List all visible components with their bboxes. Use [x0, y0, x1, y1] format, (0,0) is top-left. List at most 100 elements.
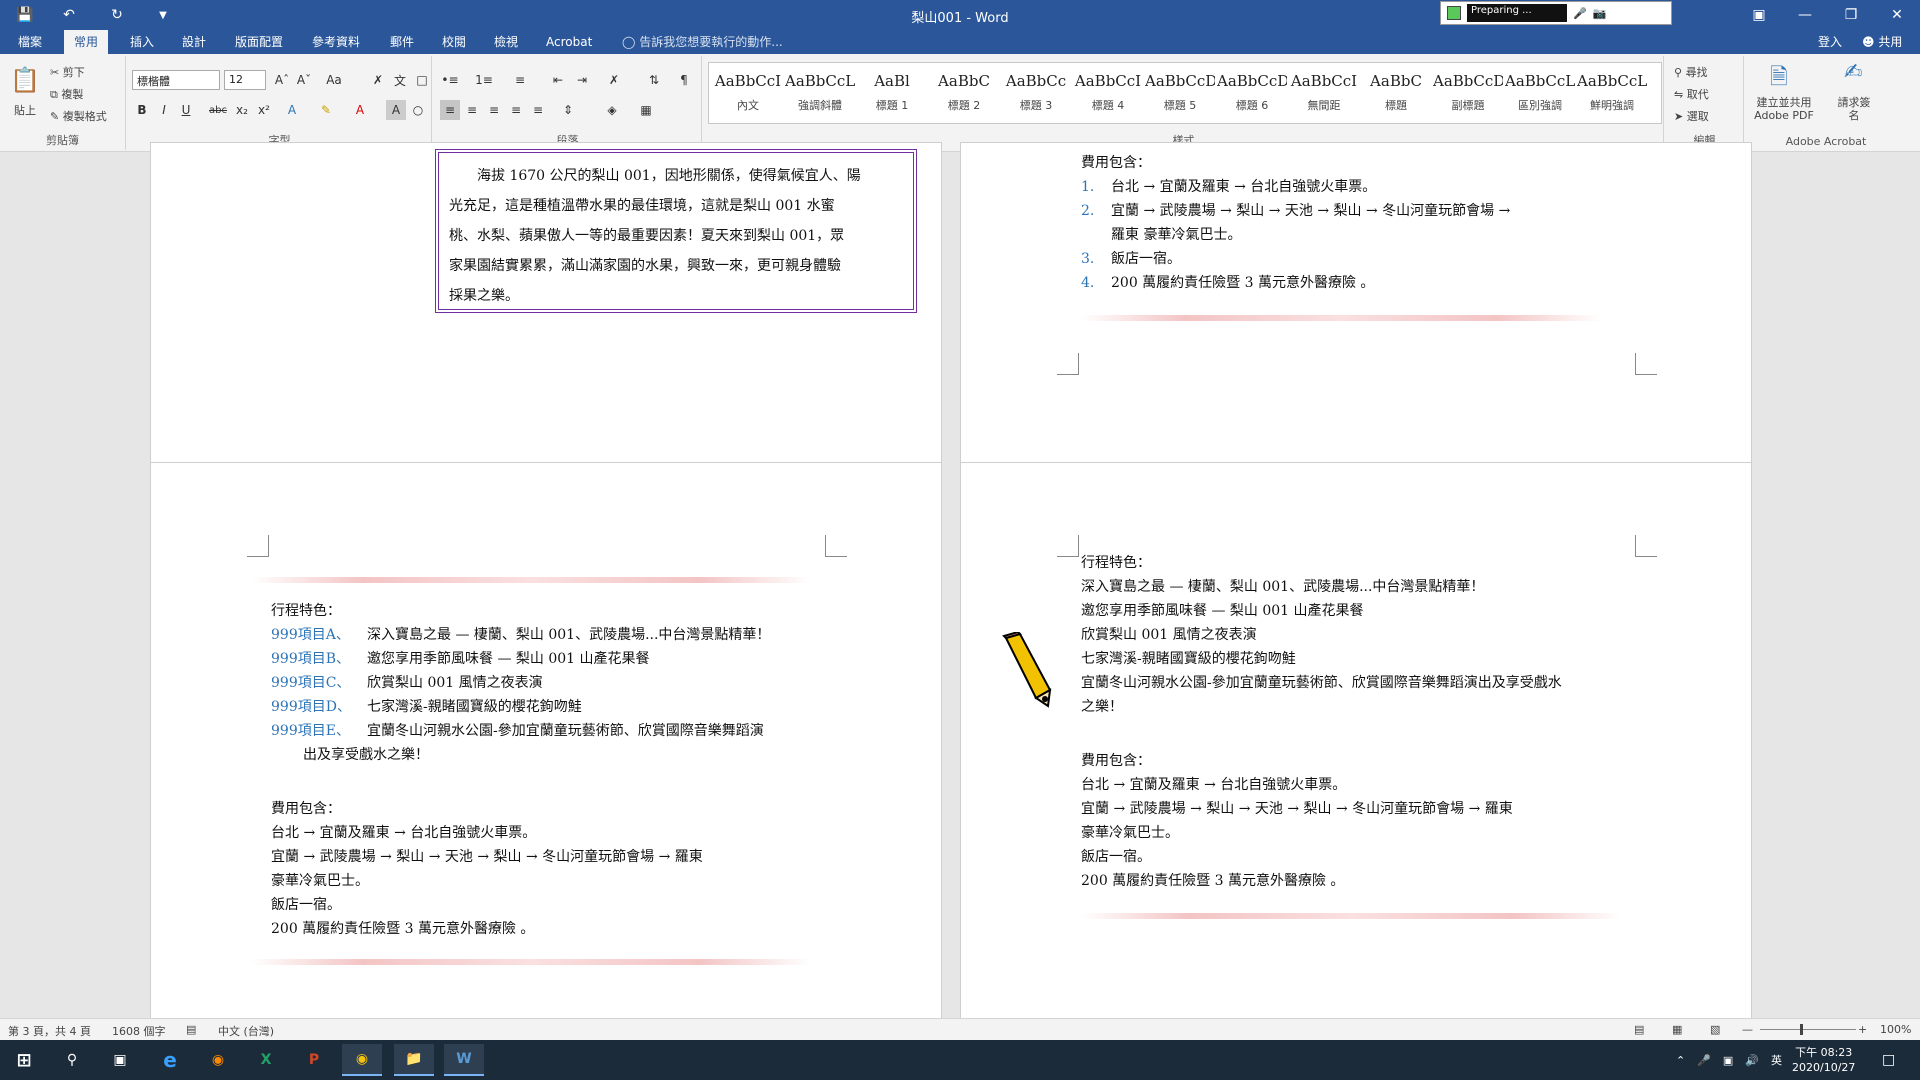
share-button[interactable]: ☻ 共用 — [1852, 30, 1912, 54]
replace-button[interactable]: ⇋ 取代 — [1674, 86, 1709, 102]
increase-indent-icon[interactable]: ⇥ — [572, 70, 592, 90]
close-button[interactable]: ✕ — [1874, 0, 1920, 30]
page-4[interactable]: 行程特色： 深入寶島之最 — 棲蘭、梨山 001、武陵農場...中台灣景點精華！… — [960, 462, 1752, 1042]
tab-file[interactable]: 檔案 — [8, 30, 52, 54]
word-icon[interactable]: W — [444, 1044, 484, 1076]
italic-icon[interactable]: I — [154, 100, 174, 120]
intro-box[interactable]: 海拔 1670 公尺的梨山 001，因地形關係，使得氣候宜人、陽 光充足，這是種… — [435, 149, 917, 313]
asian-layout-icon[interactable]: ✗ — [604, 70, 624, 90]
style-item[interactable]: AaBl 標題 1 — [857, 63, 927, 123]
tab-home[interactable]: 常用 — [64, 30, 109, 54]
minimize-button[interactable]: — — [1782, 0, 1828, 30]
justify-icon[interactable]: ≡ — [506, 100, 526, 120]
tab-layout[interactable]: 版面配置 — [225, 30, 293, 54]
edge-icon[interactable]: e — [150, 1044, 190, 1076]
shrink-font-icon[interactable]: Aˇ — [294, 70, 314, 90]
clock[interactable]: 下午 08:23 2020/10/27 — [1792, 1040, 1855, 1080]
grow-font-icon[interactable]: Aˆ — [272, 70, 292, 90]
volume-icon[interactable]: 🔊 — [1745, 1054, 1759, 1067]
tell-me-search[interactable]: ◯ 告訴我您想要執行的動作... — [612, 30, 793, 54]
zoom-slider[interactable] — [1760, 1029, 1856, 1030]
print-layout-icon[interactable]: ▦ — [1672, 1023, 1682, 1036]
ime-indicator[interactable]: 英 — [1771, 1052, 1782, 1068]
page-count[interactable]: 第 3 頁，共 4 頁 — [8, 1023, 91, 1039]
numbering-icon[interactable]: 1≡ — [474, 70, 494, 90]
signature-icon[interactable]: ✍ — [1844, 60, 1862, 85]
page-3[interactable]: 行程特色： 999項目A、 深入寶島之最 — 棲蘭、梨山 001、武陵農場...中… — [150, 462, 942, 1042]
style-item[interactable]: AaBbC 標題 — [1361, 63, 1431, 123]
web-layout-icon[interactable]: ▧ — [1710, 1023, 1720, 1036]
start-windows-icon[interactable]: ⊞ — [4, 1044, 44, 1076]
customize-qat-icon[interactable]: ▼ — [146, 0, 180, 30]
format-painter-button[interactable]: ✎ 複製格式 — [50, 108, 107, 124]
strikethrough-icon[interactable]: abc — [208, 100, 228, 120]
tab-view[interactable]: 檢視 — [484, 30, 528, 54]
style-item[interactable]: AaBbC 標題 2 — [929, 63, 999, 123]
style-item[interactable]: AaBbCcL 強調斜體 — [785, 63, 855, 123]
char-shading-icon[interactable]: A — [386, 100, 406, 120]
chrome-icon[interactable]: ◉ — [342, 1044, 382, 1076]
style-item[interactable]: AaBbCc 標題 3 — [1001, 63, 1071, 123]
highlight-icon[interactable]: ✎ — [316, 100, 336, 120]
signin-link[interactable]: 登入 — [1808, 30, 1852, 54]
copy-button[interactable]: ⧉ 複製 — [50, 86, 83, 102]
bold-icon[interactable]: B — [132, 100, 152, 120]
tab-acrobat[interactable]: Acrobat — [536, 30, 602, 54]
pdf-create-icon[interactable]: 🗎 — [1770, 60, 1788, 98]
style-item[interactable]: AaBbCcDdEe 標題 6 — [1217, 63, 1287, 123]
clear-formatting-icon[interactable]: ✗ — [368, 70, 388, 90]
distribute-icon[interactable]: ≡ — [528, 100, 548, 120]
tab-mailings[interactable]: 郵件 — [380, 30, 424, 54]
action-center-icon[interactable]: □ — [1882, 1040, 1895, 1080]
zoom-thumb[interactable] — [1800, 1024, 1803, 1035]
style-item[interactable]: AaBbCcL 區別強調 — [1505, 63, 1575, 123]
line-spacing-icon[interactable]: ⇕ — [558, 100, 578, 120]
tab-design[interactable]: 設計 — [172, 30, 216, 54]
restore-button[interactable]: ❐ — [1828, 0, 1874, 30]
file-explorer-icon[interactable]: 📁 — [394, 1044, 434, 1076]
excel-icon[interactable]: X — [246, 1044, 286, 1076]
style-item[interactable]: AaBbCcI 內文 — [713, 63, 783, 123]
font-color-icon[interactable]: A — [350, 100, 370, 120]
tab-references[interactable]: 參考資料 — [302, 30, 370, 54]
zoom-level[interactable]: 100% — [1880, 1023, 1911, 1036]
zoom-in-icon[interactable]: + — [1858, 1023, 1867, 1036]
align-right-icon[interactable]: ≡ — [484, 100, 504, 120]
word-count[interactable]: 1608 個字 — [112, 1023, 166, 1039]
firefox-icon[interactable]: ◉ — [198, 1044, 238, 1076]
align-left-icon[interactable]: ≡ — [440, 100, 460, 120]
cut-button[interactable]: ✂ 剪下 — [50, 64, 85, 80]
tab-review[interactable]: 校閱 — [432, 30, 476, 54]
style-item[interactable]: AaBbCcI 標題 4 — [1073, 63, 1143, 123]
shading-icon[interactable]: ◈ — [602, 100, 622, 120]
create-pdf-button[interactable]: 建立並共用 Adobe PDF — [1750, 96, 1818, 122]
zoom-out-icon[interactable]: — — [1742, 1023, 1753, 1036]
underline-icon[interactable]: U — [176, 100, 196, 120]
text-effects-icon[interactable]: A — [282, 100, 302, 120]
borders-icon[interactable]: ▦ — [636, 100, 656, 120]
style-item[interactable]: AaBbCcL 鮮明強調 — [1577, 63, 1647, 123]
decrease-indent-icon[interactable]: ⇤ — [548, 70, 568, 90]
superscript-icon[interactable]: x² — [254, 100, 274, 120]
font-size-combo[interactable]: 12 — [224, 70, 266, 90]
search-icon[interactable]: ⚲ — [52, 1044, 92, 1076]
tab-insert[interactable]: 插入 — [120, 30, 164, 54]
microphone-icon[interactable]: 🎤 — [1697, 1054, 1711, 1067]
powerpoint-icon[interactable]: P — [294, 1044, 334, 1076]
save-icon[interactable]: 💾 — [8, 0, 42, 30]
paste-icon[interactable]: 📋 — [10, 66, 40, 94]
phonetic-guide-icon[interactable]: 文 — [390, 70, 410, 90]
request-signature-button[interactable]: 請求簽名 — [1834, 96, 1874, 122]
char-border-icon[interactable]: □ — [412, 70, 432, 90]
style-item[interactable]: AaBbCcDdI 標題 5 — [1145, 63, 1215, 123]
multilevel-list-icon[interactable]: ≡ — [510, 70, 530, 90]
style-item[interactable]: AaBbCcI 無間距 — [1289, 63, 1359, 123]
style-item[interactable]: AaBbCcD 副標題 — [1433, 63, 1503, 123]
undo-icon[interactable]: ↶ — [52, 0, 86, 30]
font-name-combo[interactable]: 標楷體 — [132, 70, 220, 90]
change-case-icon[interactable]: Aa — [324, 70, 344, 90]
proofing-icon[interactable]: ▤ — [186, 1023, 196, 1036]
subscript-icon[interactable]: x₂ — [232, 100, 252, 120]
sort-icon[interactable]: ⇅ — [644, 70, 664, 90]
network-icon[interactable]: ▣ — [1723, 1054, 1733, 1067]
